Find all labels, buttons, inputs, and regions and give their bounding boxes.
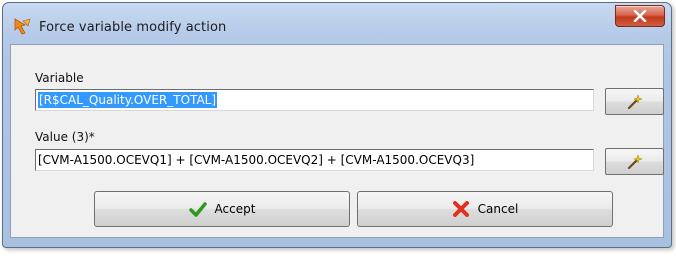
title-bar[interactable]: Force variable modify action [3, 3, 671, 45]
value-picker-button[interactable] [605, 148, 664, 175]
wand-icon [627, 154, 643, 170]
wand-icon [627, 94, 643, 110]
app-arrow-icon [13, 17, 33, 35]
window-title: Force variable modify action [39, 20, 227, 35]
value-label: Value (3)* [35, 130, 95, 144]
variable-picker-button[interactable] [605, 88, 664, 115]
accept-label: Accept [214, 202, 256, 216]
red-x-icon [452, 201, 469, 217]
variable-selected-text: [R$CAL_Quality.OVER_TOTAL] [38, 92, 218, 108]
variable-input[interactable]: [R$CAL_Quality.OVER_TOTAL] [35, 89, 594, 111]
variable-label: Variable [35, 71, 84, 85]
dialog-content: Variable [R$CAL_Quality.OVER_TOTAL] Valu… [10, 44, 664, 238]
close-x-icon [633, 10, 647, 22]
close-button[interactable] [615, 5, 665, 27]
value-input[interactable]: [CVM-A1500.OCEVQ1] + [CVM-A1500.OCEVQ2] … [35, 149, 594, 171]
accept-button[interactable]: Accept [94, 191, 350, 227]
checkmark-icon [188, 202, 207, 217]
cancel-label: Cancel [477, 202, 519, 216]
dialog-window: Force variable modify action Variable [R… [2, 2, 672, 248]
cancel-button[interactable]: Cancel [357, 191, 613, 227]
